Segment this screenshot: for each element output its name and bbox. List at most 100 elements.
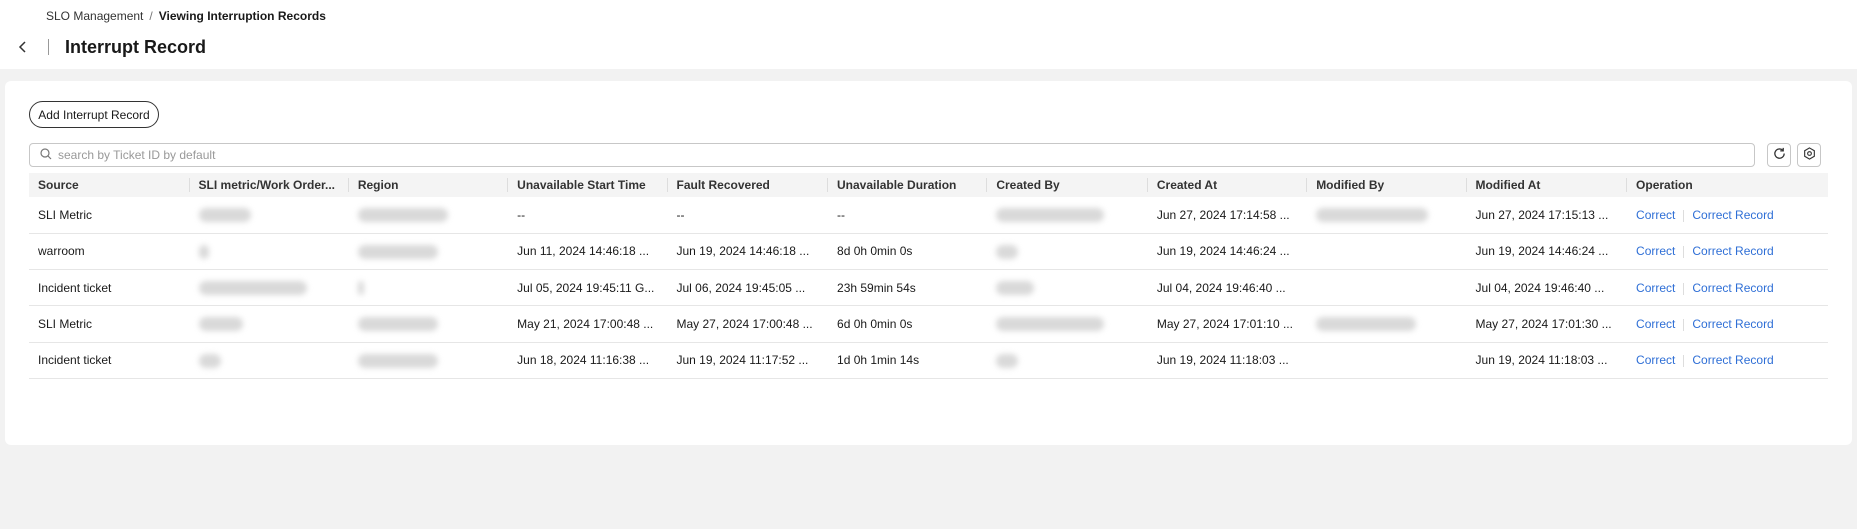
cell-duration: 8d 0h 0min 0s [837,244,913,259]
cell-operation: Correct Correct Record [1627,197,1828,233]
cell-start-time: Jul 05, 2024 19:45:11 G... [517,280,655,295]
correct-record-link[interactable]: Correct Record [1692,317,1773,331]
title-row: Interrupt Record [14,35,206,59]
table-row: SLI Metric May 21, 2024 17:00:48 ... May… [29,306,1828,343]
breadcrumb-separator: / [149,9,153,23]
page-header: SLO Management / Viewing Interruption Re… [0,0,1857,69]
cell-operation: Correct Correct Record [1627,233,1828,269]
cell-operation: Correct Correct Record [1627,306,1828,342]
column-header[interactable]: Unavailable Duration [828,173,988,197]
page-title: Interrupt Record [65,36,207,57]
cell-duration: 1d 0h 1min 14s [837,353,920,368]
cell-modified-by-redacted [1307,233,1466,269]
breadcrumb-slo-management[interactable]: SLO Management [46,9,143,23]
cell-created-by-redacted [987,342,1148,378]
settings-button[interactable] [1797,143,1821,167]
cell-region-redacted [349,270,508,306]
column-header[interactable]: Created By [987,173,1148,197]
cell-region-redacted [349,233,508,269]
breadcrumb: SLO Management / Viewing Interruption Re… [46,9,326,23]
cell-created-at: Jun 19, 2024 14:46:24 ... [1156,244,1290,259]
records-card: Add Interrupt Record Source SLI metric/W… [5,81,1852,445]
column-header[interactable]: Fault Recovered [668,173,829,197]
cell-fault-recovered: May 27, 2024 17:00:48 ... [676,317,813,332]
cell-duration: -- [837,207,846,222]
cell-metric-redacted [190,270,349,306]
cell-source: Incident ticket [38,353,112,368]
cell-modified-by-redacted [1307,306,1466,342]
correct-record-link[interactable]: Correct Record [1692,244,1773,258]
cell-source: SLI Metric [38,317,93,332]
cell-modified-at: Jun 19, 2024 11:18:03 ... [1475,353,1608,368]
cell-region-redacted [349,197,508,233]
cell-metric-redacted [190,342,349,378]
cell-created-at: Jun 27, 2024 17:14:58 ... [1156,207,1290,222]
correct-link[interactable]: Correct [1636,353,1675,367]
cell-metric-redacted [190,306,349,342]
column-header[interactable]: Region [349,173,509,197]
refresh-icon [1773,147,1786,163]
add-interrupt-record-button[interactable]: Add Interrupt Record [29,101,159,128]
breadcrumb-current: Viewing Interruption Records [158,9,326,23]
correct-link[interactable]: Correct [1636,281,1675,295]
title-divider [48,39,49,55]
cell-modified-at: Jul 04, 2024 19:46:40 ... [1475,280,1605,295]
cell-modified-at: Jun 19, 2024 14:46:24 ... [1475,244,1609,259]
correct-link[interactable]: Correct [1636,244,1675,258]
column-header[interactable]: Unavailable Start Time [508,173,668,197]
cell-operation: Correct Correct Record [1627,342,1828,378]
correct-record-link[interactable]: Correct Record [1692,353,1773,367]
cell-created-by-redacted [987,270,1148,306]
correct-record-link[interactable]: Correct Record [1692,208,1773,222]
cell-region-redacted [349,306,508,342]
cell-metric-redacted [190,233,349,269]
cell-modified-by-redacted [1307,342,1466,378]
cell-region-redacted [349,342,508,378]
cell-modified-by-redacted [1307,197,1466,233]
cell-created-by-redacted [987,197,1148,233]
cell-created-by-redacted [987,233,1148,269]
correct-link[interactable]: Correct [1636,208,1675,222]
refresh-button[interactable] [1767,143,1791,167]
cell-created-by-redacted [987,306,1148,342]
cell-created-at: May 27, 2024 17:01:10 ... [1156,317,1293,332]
table-row: Incident ticket Jul 05, 2024 19:45:11 G.… [29,270,1828,306]
settings-icon [1803,147,1816,163]
cell-duration: 6d 0h 0min 0s [837,317,913,332]
interrupt-records-table: Source SLI metric/Work Order... Region U… [29,173,1828,379]
cell-source: warroom [38,244,85,259]
cell-source: Incident ticket [38,280,112,295]
cell-start-time: May 21, 2024 17:00:48 ... [517,317,654,332]
cell-start-time: -- [517,207,526,222]
table-row: Incident ticket Jun 18, 2024 11:16:38 ..… [29,342,1828,379]
cell-start-time: Jun 18, 2024 11:16:38 ... [517,353,650,368]
cell-created-at: Jul 04, 2024 19:46:40 ... [1156,280,1286,295]
cell-fault-recovered: -- [676,207,685,222]
column-header[interactable]: Source [29,173,190,197]
column-header[interactable]: Modified At [1467,173,1628,197]
cell-fault-recovered: Jun 19, 2024 14:46:18 ... [676,244,810,259]
cell-source: SLI Metric [38,207,93,222]
column-header[interactable]: Modified By [1307,173,1467,197]
search-box[interactable] [29,143,1755,167]
cell-modified-by-redacted [1307,270,1466,306]
correct-link[interactable]: Correct [1636,317,1675,331]
table-header-row: Source SLI metric/Work Order... Region U… [29,173,1828,197]
search-icon [40,147,52,163]
cell-created-at: Jun 19, 2024 11:18:03 ... [1156,353,1289,368]
cell-fault-recovered: Jun 19, 2024 11:17:52 ... [676,353,809,368]
column-header[interactable]: Created At [1148,173,1308,197]
cell-duration: 23h 59min 54s [837,280,916,295]
cell-metric-redacted [190,197,349,233]
cell-operation: Correct Correct Record [1627,270,1828,306]
search-input[interactable] [58,148,1754,162]
chevron-left-icon[interactable] [14,38,32,56]
table-row: warroom Jun 11, 2024 14:46:18 ... Jun 19… [29,233,1828,270]
cell-modified-at: May 27, 2024 17:01:30 ... [1475,317,1612,332]
correct-record-link[interactable]: Correct Record [1692,281,1773,295]
column-header[interactable]: SLI metric/Work Order... [190,173,349,197]
cell-fault-recovered: Jul 06, 2024 19:45:05 ... [676,280,806,295]
cell-modified-at: Jun 27, 2024 17:15:13 ... [1475,207,1609,222]
table-row: SLI Metric -- -- -- Jun 27, 2024 17:14:5… [29,197,1828,234]
column-header: Operation [1636,178,1693,192]
